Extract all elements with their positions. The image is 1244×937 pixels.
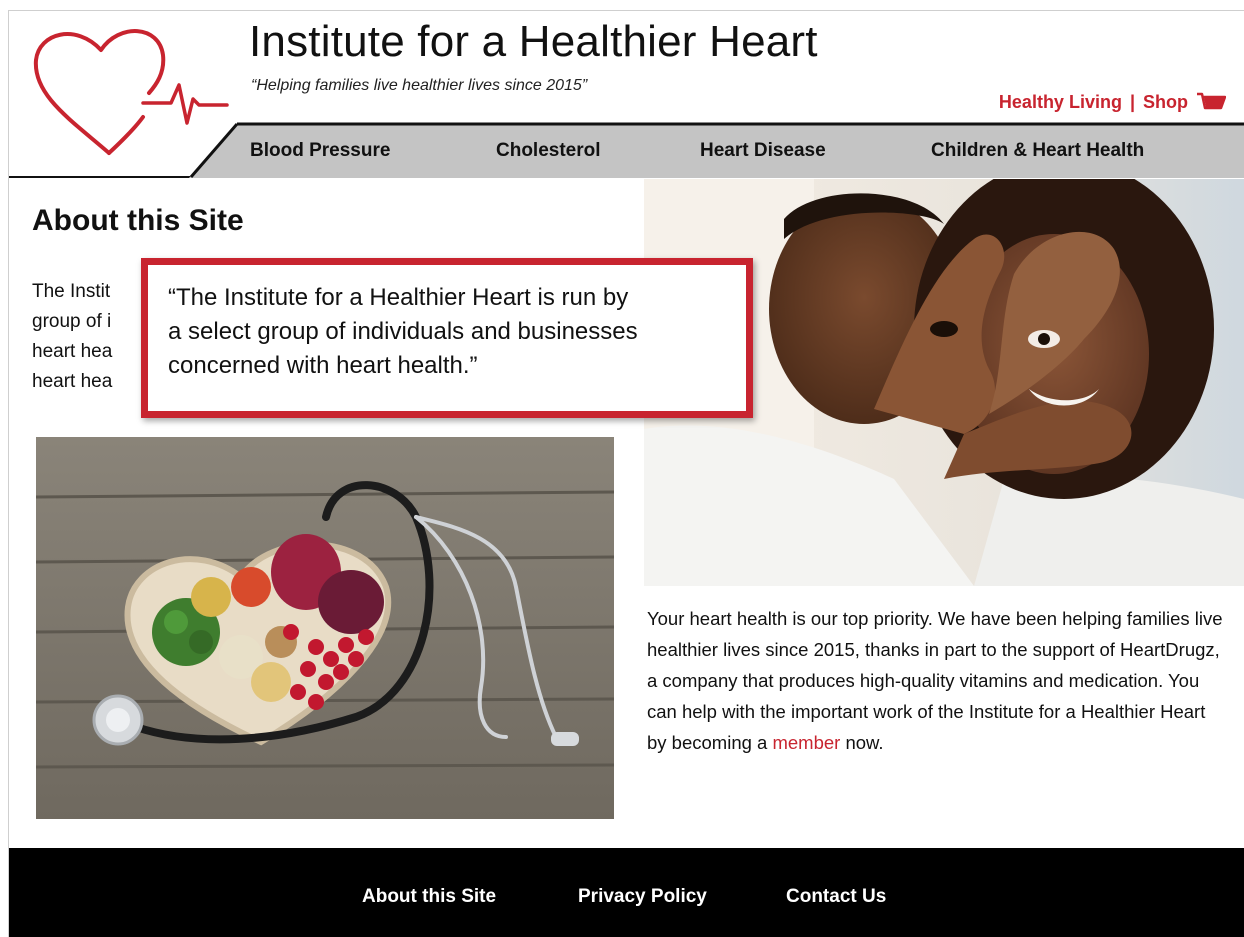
body-text-before-link: Your heart health is our top priority. W… <box>647 608 1223 753</box>
footer-link-about[interactable]: About this Site <box>362 886 496 908</box>
body-paragraph: Your heart health is our top priority. W… <box>647 603 1227 758</box>
nav-item-blood-pressure[interactable]: Blood Pressure <box>250 140 390 162</box>
callout-line: a select group of individuals and busine… <box>168 318 638 345</box>
top-links: Healthy Living | Shop <box>999 91 1226 113</box>
quote-callout-box: “The Institute for a Healthier Heart is … <box>141 258 753 418</box>
about-heading: About this Site <box>32 204 244 237</box>
healthy-living-link[interactable]: Healthy Living <box>999 92 1122 113</box>
page: Institute for a Healthier Heart “Helping… <box>8 10 1244 937</box>
nav-items: Blood Pressure Cholesterol Heart Disease… <box>189 122 1244 178</box>
site-tagline: “Helping families live healthier lives s… <box>251 77 588 94</box>
nav-item-heart-disease[interactable]: Heart Disease <box>700 140 826 162</box>
footer-link-contact-us[interactable]: Contact Us <box>786 886 886 908</box>
nav-divider-line <box>9 176 199 178</box>
body-text-after-link: now. <box>840 732 884 753</box>
shopping-cart-icon[interactable] <box>1196 91 1226 113</box>
site-title: Institute for a Healthier Heart <box>249 17 818 66</box>
callout-line: “The Institute for a Healthier Heart is … <box>168 284 629 311</box>
main-nav: Blood Pressure Cholesterol Heart Disease… <box>189 122 1244 178</box>
nav-item-children-heart-health[interactable]: Children & Heart Health <box>931 140 1144 162</box>
member-link[interactable]: member <box>772 732 840 753</box>
nav-item-cholesterol[interactable]: Cholesterol <box>496 140 601 162</box>
footer-link-privacy-policy[interactable]: Privacy Policy <box>578 886 707 908</box>
heart-bowl-stethoscope-photo <box>36 437 614 819</box>
callout-line: concerned with heart health.” <box>168 352 478 379</box>
top-links-separator: | <box>1129 91 1135 112</box>
shop-link[interactable]: Shop <box>1143 92 1188 113</box>
footer: About this Site Privacy Policy Contact U… <box>9 848 1244 937</box>
